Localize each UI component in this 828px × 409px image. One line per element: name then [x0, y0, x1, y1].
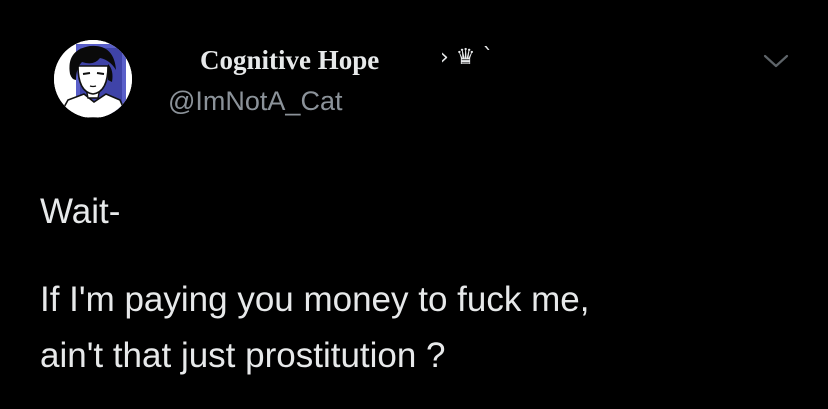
tweet-text-line: Wait- [40, 192, 121, 231]
author-avatar[interactable] [54, 40, 132, 118]
author-display-name[interactable]: Cognitive Hope [200, 44, 379, 76]
tweet-text-line: If I'm paying you money to fuck me, [40, 280, 590, 319]
chevron-down-icon [763, 54, 789, 68]
tweet-card: Cognitive Hope › ♛ ` @ImNotA_Cat Wait- I… [0, 0, 828, 409]
more-options-button[interactable] [756, 46, 796, 76]
author-name-emoji: › ♛ ` [440, 45, 494, 70]
author-handle[interactable]: @ImNotA_Cat [168, 84, 342, 118]
anime-portrait-avatar-icon [54, 40, 132, 118]
tweet-text-line: ain't that just prostitution ? [40, 336, 446, 375]
